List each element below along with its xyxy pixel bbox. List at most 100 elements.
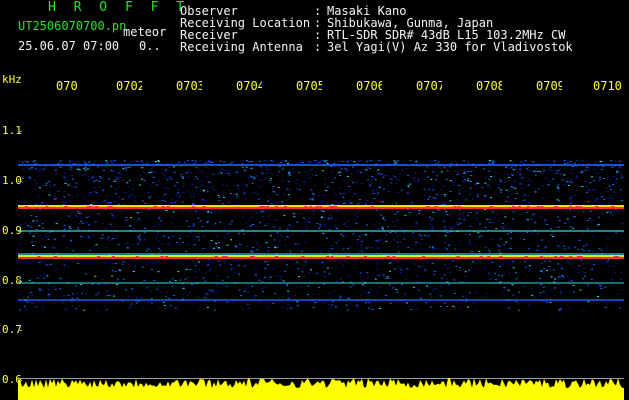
- carrier-dot: [479, 256, 483, 259]
- carrier-dot: [579, 206, 582, 209]
- x-tick-label: 0702: [116, 80, 142, 92]
- carrier-line: [18, 299, 624, 301]
- noise-field: [18, 160, 624, 311]
- carrier-dot: [111, 256, 115, 259]
- counter-label: 0..: [139, 39, 161, 53]
- carrier-dot: [54, 256, 57, 259]
- carrier-dot: [392, 256, 396, 259]
- carrier-dot: [166, 206, 170, 209]
- carrier-dot: [540, 206, 544, 209]
- carrier-dot: [457, 206, 461, 209]
- carrier-dot: [517, 206, 521, 209]
- carrier-dot: [266, 206, 270, 209]
- carrier-dot: [304, 206, 308, 209]
- carrier-dot: [453, 206, 457, 209]
- carrier-dot: [579, 256, 583, 259]
- carrier-line: [18, 164, 624, 166]
- carrier-dot: [284, 206, 287, 209]
- carrier-dot: [499, 256, 503, 259]
- x-tick-label: 0703: [176, 80, 202, 92]
- carrier-dot: [434, 206, 438, 209]
- carrier-dot: [595, 206, 599, 209]
- carrier-dot: [315, 206, 319, 209]
- carrier-dot: [153, 206, 157, 209]
- carrier-dot: [560, 256, 564, 259]
- carrier-dot: [329, 206, 333, 209]
- carrier-dot: [94, 206, 98, 209]
- x-tick-label: 0709: [536, 80, 562, 92]
- carrier-dot: [611, 206, 615, 209]
- carrier-dot: [64, 206, 68, 209]
- carrier-dot: [512, 206, 516, 209]
- carrier-dot: [569, 206, 573, 209]
- carrier-dot: [569, 256, 573, 259]
- carrier-dot: [319, 206, 323, 209]
- carrier-dot: [262, 206, 266, 209]
- carrier-dot: [108, 206, 112, 209]
- x-tick-label: 0710: [593, 80, 622, 92]
- carrier-dot: [487, 256, 491, 259]
- y-unit-label: kHz: [2, 73, 22, 86]
- carrier-dot: [386, 256, 390, 259]
- antenna-colon: :: [314, 40, 322, 54]
- carrier-dot: [326, 256, 329, 259]
- carrier-dot: [222, 256, 225, 259]
- power-histogram: [18, 378, 624, 400]
- carrier-dot: [489, 206, 493, 209]
- carrier-dot: [330, 256, 334, 259]
- carrier-dot: [334, 206, 338, 209]
- carrier-dot: [259, 206, 263, 209]
- spectrogram-plot: [18, 98, 624, 400]
- carrier-dot: [86, 206, 90, 209]
- carrier-dot: [97, 256, 101, 259]
- x-tick-label: 0707: [416, 80, 442, 92]
- carrier-dot: [422, 256, 426, 259]
- carrier-dot: [370, 206, 374, 209]
- carrier-dot: [202, 206, 206, 209]
- carrier-dot: [526, 206, 530, 209]
- antenna-value: 3el Yagi(V) Az 330 for Vladivostok: [327, 40, 573, 54]
- x-tick-label: 0706: [356, 80, 382, 92]
- carrier-dot: [536, 206, 540, 209]
- carrier-dot: [575, 206, 579, 209]
- carrier-dot: [613, 256, 617, 259]
- carrier-dot: [275, 256, 278, 259]
- carrier-dot: [45, 206, 49, 209]
- carrier-dot: [224, 256, 228, 259]
- carrier-dot: [24, 206, 28, 209]
- carrier-dot: [456, 256, 460, 259]
- carrier-line: [18, 257, 624, 259]
- carrier-dot: [214, 256, 218, 259]
- x-tick-label: 070: [56, 80, 78, 92]
- x-tick-label: 0705: [296, 80, 322, 92]
- carrier-dot: [426, 206, 430, 209]
- x-tick-label: 0704: [236, 80, 262, 92]
- meteor-label: meteor: [123, 25, 167, 39]
- filename-label: UT2506070700.pn: [18, 19, 127, 33]
- y-tick-mark: [18, 281, 22, 282]
- brand-title: H R O F F T: [48, 0, 190, 15]
- carrier-dot: [165, 256, 168, 259]
- carrier-dot: [363, 256, 367, 259]
- carrier-line: [18, 253, 624, 255]
- x-tick-label: 0708: [476, 80, 502, 92]
- carrier-dot: [274, 206, 278, 209]
- y-tick-mark: [18, 181, 22, 182]
- y-tick-mark: [18, 131, 22, 132]
- carrier-dot: [161, 206, 165, 209]
- carrier-dot: [160, 256, 164, 259]
- carrier-dot: [554, 256, 558, 259]
- carrier-dot: [346, 256, 350, 259]
- carrier-dot: [301, 256, 305, 259]
- carrier-dot: [37, 256, 41, 259]
- carrier-dot: [191, 206, 195, 209]
- carrier-line: [18, 230, 624, 232]
- baseline-ruler: [18, 378, 624, 379]
- carrier-dot: [554, 206, 558, 209]
- carrier-line: [18, 282, 624, 284]
- spectrogram-canvas: [18, 131, 624, 400]
- antenna-label: Receiving Antenna: [180, 40, 303, 54]
- y-tick-mark: [18, 330, 22, 331]
- datetime-label: 25.06.07 07:00: [18, 39, 120, 53]
- carrier-dot: [524, 256, 528, 259]
